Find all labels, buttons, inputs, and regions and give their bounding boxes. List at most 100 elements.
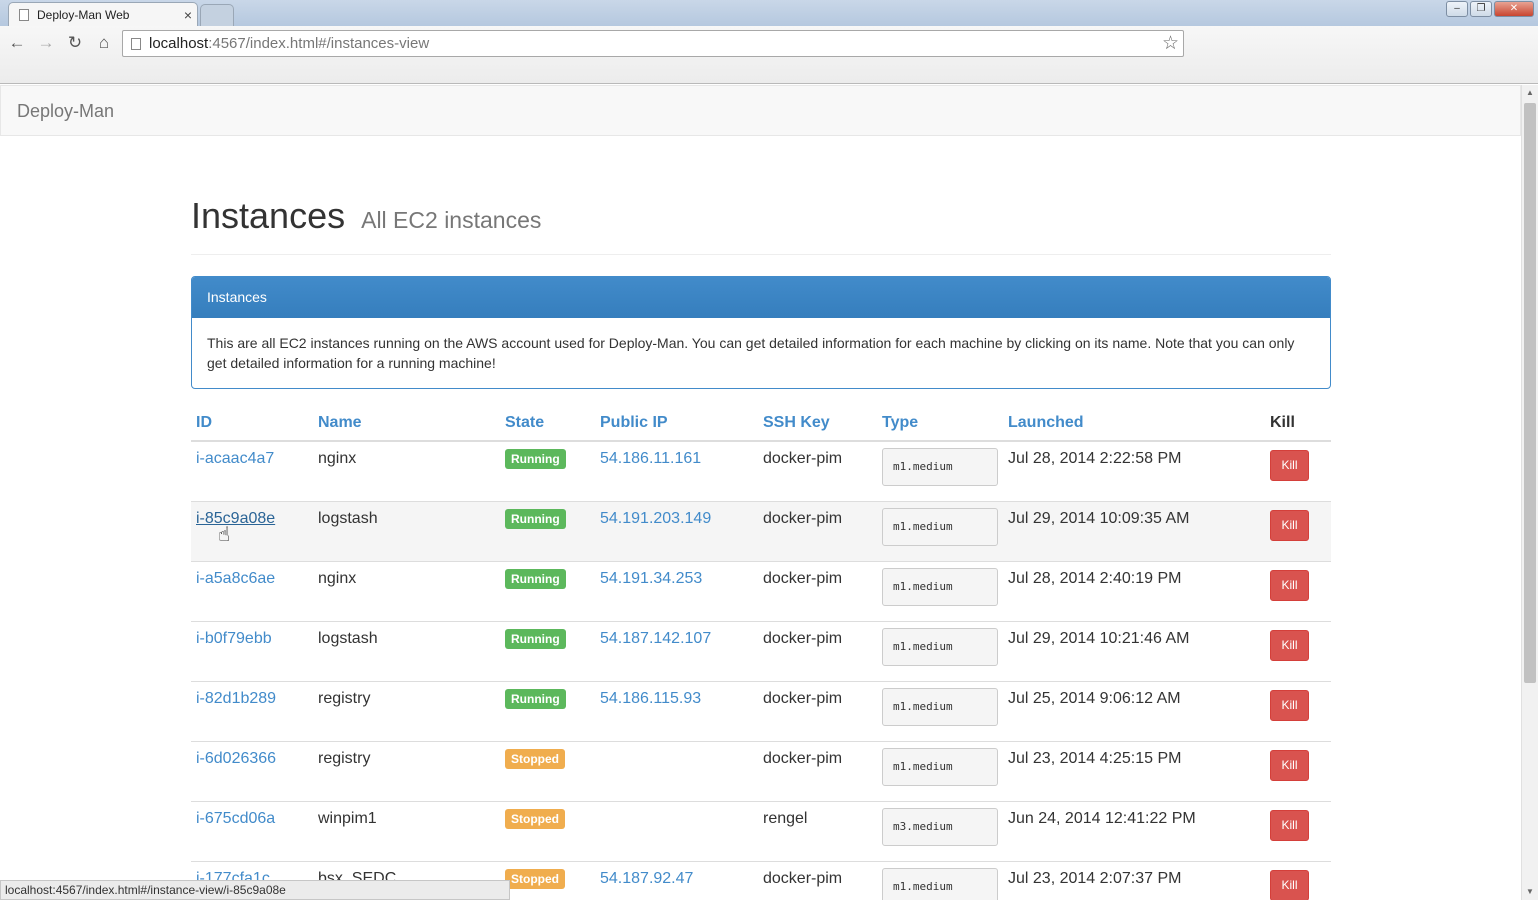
- page-viewport: Deploy-Man Instances All EC2 instances I…: [0, 85, 1521, 900]
- cell-ssh-key: docker-pim: [758, 560, 877, 621]
- cell-state: Stopped: [500, 800, 595, 861]
- instance-type-field[interactable]: m1.medium: [882, 448, 998, 486]
- browser-toolbar: ← → ↻ ⌂ localhost :4567/index.html#/inst…: [0, 26, 1538, 84]
- kill-button[interactable]: Kill: [1270, 689, 1309, 721]
- info-panel: Instances This are all EC2 instances run…: [191, 276, 1331, 389]
- public-ip-link[interactable]: 54.187.92.47: [600, 870, 693, 887]
- instance-id-link[interactable]: i-6d026366: [196, 750, 276, 767]
- column-header-public-ip[interactable]: Public IP: [595, 405, 758, 442]
- public-ip-link[interactable]: 54.191.203.149: [600, 510, 711, 527]
- cell-type: m1.medium: [877, 860, 1003, 900]
- cell-type: m1.medium: [877, 440, 1003, 501]
- column-header-state[interactable]: State: [500, 405, 595, 442]
- kill-button[interactable]: Kill: [1270, 569, 1309, 601]
- cell-public-ip: 54.187.92.47: [595, 860, 758, 900]
- column-header-id[interactable]: ID: [191, 405, 313, 442]
- forward-arrow-icon[interactable]: →: [35, 32, 57, 54]
- cell-id: i-675cd06a: [191, 800, 313, 861]
- minimize-icon[interactable]: –: [1446, 1, 1468, 17]
- status-bar: localhost:4567/index.html#/instance-view…: [0, 880, 510, 900]
- kill-button[interactable]: Kill: [1270, 629, 1309, 661]
- cell-ssh-key: docker-pim: [758, 620, 877, 681]
- table-header-row: ID Name State Public IP SSH Key Type Lau…: [191, 405, 1331, 442]
- cell-kill: Kill: [1265, 440, 1331, 501]
- cell-ssh-key: rengel: [758, 800, 877, 861]
- kill-button[interactable]: Kill: [1270, 809, 1309, 841]
- close-window-icon[interactable]: ✕: [1494, 1, 1534, 17]
- url-path: :4567/index.html#/instances-view: [208, 35, 430, 52]
- navbar-brand[interactable]: Deploy-Man: [17, 101, 114, 122]
- column-header-ssh-key[interactable]: SSH Key: [758, 405, 877, 442]
- kill-button[interactable]: Kill: [1270, 869, 1309, 900]
- table-row[interactable]: i-675cd06a winpim1 Stopped rengel m3.medium J…: [191, 800, 1331, 861]
- cell-launched: Jun 24, 2014 12:41:22 PM: [1003, 800, 1265, 861]
- page-icon: [131, 37, 141, 50]
- maximize-icon[interactable]: ❐: [1470, 1, 1492, 17]
- cell-kill: Kill: [1265, 500, 1331, 561]
- browser-tab[interactable]: Deploy-Man Web ×: [8, 2, 198, 26]
- back-arrow-icon[interactable]: ←: [6, 32, 28, 54]
- instance-id-link[interactable]: i-675cd06a: [196, 810, 275, 827]
- instance-id-link[interactable]: i-82d1b289: [196, 690, 276, 707]
- cell-name: winpim1: [313, 800, 500, 861]
- home-icon[interactable]: ⌂: [93, 32, 115, 54]
- cell-launched: Jul 28, 2014 2:22:58 PM: [1003, 440, 1265, 501]
- instance-id-link[interactable]: i-b0f79ebb: [196, 630, 272, 647]
- cell-state: Stopped: [500, 740, 595, 801]
- cell-type: m1.medium: [877, 680, 1003, 741]
- instance-type-field[interactable]: m1.medium: [882, 627, 998, 666]
- kill-button[interactable]: Kill: [1270, 450, 1309, 481]
- cell-state: Running: [500, 680, 595, 741]
- address-bar[interactable]: localhost :4567/index.html#/instances-vi…: [122, 30, 1184, 57]
- scroll-up-icon[interactable]: ▲: [1522, 85, 1538, 101]
- instance-type-field[interactable]: m1.medium: [882, 687, 998, 726]
- instance-type-field[interactable]: m1.medium: [882, 867, 998, 900]
- cell-public-ip: 54.191.34.253: [595, 560, 758, 621]
- instance-type-field[interactable]: m1.medium: [882, 507, 998, 546]
- cell-name: nginx: [313, 560, 500, 621]
- public-ip-link[interactable]: 54.186.11.161: [600, 450, 701, 467]
- public-ip-link[interactable]: 54.191.34.253: [600, 570, 702, 587]
- bookmark-star-icon[interactable]: ☆: [1162, 32, 1179, 55]
- cell-ssh-key: docker-pim: [758, 680, 877, 741]
- column-header-name[interactable]: Name: [313, 405, 500, 442]
- table-row[interactable]: i-acaac4a7 nginx Running 54.186.11.161 docke…: [191, 440, 1331, 501]
- column-header-type[interactable]: Type: [877, 405, 1003, 442]
- vertical-scrollbar[interactable]: ▲ ▼: [1521, 85, 1538, 900]
- tab-close-icon[interactable]: ×: [179, 7, 197, 23]
- table-row[interactable]: i-82d1b289 registry Running 54.186.115.93 do…: [191, 680, 1331, 741]
- cell-ssh-key: docker-pim: [758, 500, 877, 561]
- instance-id-link[interactable]: i-a5a8c6ae: [196, 570, 275, 587]
- kill-button[interactable]: Kill: [1270, 749, 1309, 781]
- table-row[interactable]: i-85c9a08e logstash Running 54.191.203.149 d…: [191, 500, 1331, 561]
- window-controls: – ❐ ✕: [1446, 1, 1534, 17]
- instance-type-field[interactable]: m3.medium: [882, 807, 998, 846]
- kill-button[interactable]: Kill: [1270, 509, 1309, 541]
- scroll-down-icon[interactable]: ▼: [1522, 884, 1538, 900]
- cell-public-ip: 54.191.203.149: [595, 500, 758, 561]
- table-row[interactable]: i-6d026366 registry Stopped docker-pim m1.me…: [191, 740, 1331, 801]
- cell-type: m3.medium: [877, 800, 1003, 861]
- instance-id-link[interactable]: i-acaac4a7: [196, 450, 274, 467]
- cell-id: i-acaac4a7: [191, 440, 313, 501]
- page-header: Instances All EC2 instances: [191, 195, 1331, 255]
- cell-launched: Jul 23, 2014 2:07:37 PM: [1003, 860, 1265, 900]
- table-row[interactable]: i-a5a8c6ae nginx Running 54.191.34.253 docke…: [191, 560, 1331, 621]
- table-row[interactable]: i-b0f79ebb logstash Running 54.187.142.107 d…: [191, 620, 1331, 681]
- instance-type-field[interactable]: m1.medium: [882, 567, 998, 606]
- cell-type: m1.medium: [877, 500, 1003, 561]
- panel-body: This are all EC2 instances running on th…: [207, 335, 1295, 371]
- instance-type-field[interactable]: m1.medium: [882, 747, 998, 786]
- cell-name: registry: [313, 740, 500, 801]
- state-badge: Running: [505, 628, 566, 649]
- public-ip-link[interactable]: 54.187.142.107: [600, 630, 711, 647]
- public-ip-link[interactable]: 54.186.115.93: [600, 690, 701, 707]
- column-header-launched[interactable]: Launched: [1003, 405, 1265, 442]
- browser-titlebar: Deploy-Man Web × – ❐ ✕: [0, 0, 1538, 26]
- scroll-thumb[interactable]: [1524, 103, 1536, 683]
- new-tab-button[interactable]: [200, 4, 234, 26]
- reload-icon[interactable]: ↻: [64, 32, 86, 54]
- navbar: Deploy-Man: [0, 85, 1521, 136]
- instance-id-link[interactable]: i-85c9a08e: [196, 510, 275, 527]
- cell-id: i-85c9a08e: [191, 500, 313, 561]
